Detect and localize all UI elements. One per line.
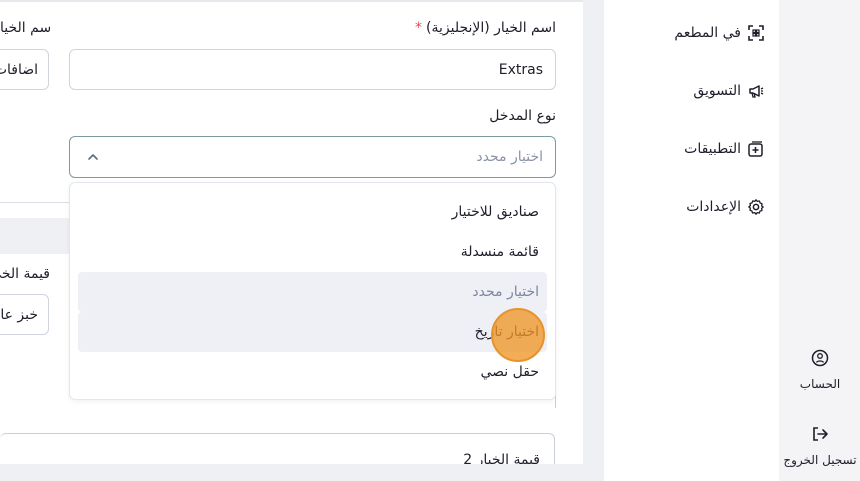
logout-icon (813, 427, 828, 441)
sidebar-item-label: التسويق (693, 83, 741, 99)
account-button[interactable]: الحساب (780, 349, 860, 391)
app-add-icon (747, 140, 765, 158)
sidebar-item-apps[interactable]: التطبيقات (650, 137, 765, 161)
input-type-select[interactable]: اختيار محدد (69, 136, 556, 178)
value-left-value: خبز عا (0, 306, 38, 323)
option-name-en-label: اسم الخيار (الإنجليزية)* (415, 20, 556, 36)
dropdown-option-dropdown-list[interactable]: قائمة منسدلة (78, 232, 547, 272)
logout-label: تسجيل الخروج (783, 453, 857, 467)
option-name-left-input[interactable]: اضافات (0, 49, 49, 90)
input-type-label: نوع المدخل (489, 108, 556, 124)
option-name-en-label-text: اسم الخيار (الإنجليزية) (426, 20, 556, 36)
sidebar-item-settings[interactable]: الإعدادات (650, 195, 765, 219)
sidebar-item-label: في المطعم (674, 25, 741, 41)
left-column-section-band (0, 218, 69, 254)
option-name-en-value: Extras (498, 61, 543, 78)
sidebar-item-marketing[interactable]: التسويق (650, 79, 765, 103)
left-column-divider (0, 202, 69, 203)
option-name-left-label: اسم الخيا (0, 20, 50, 36)
sidebar-item-label: التطبيقات (684, 141, 741, 157)
logout-button[interactable]: تسجيل الخروج (780, 425, 860, 467)
gear-icon (747, 198, 765, 216)
account-label: الحساب (799, 377, 841, 391)
option-name-left-label-text: اسم الخيا (0, 20, 50, 36)
option-name-en-input[interactable]: Extras (69, 49, 556, 90)
sidebar-item-label: الإعدادات (686, 199, 741, 215)
option-name-left-value: اضافات (0, 61, 38, 78)
account-icon (811, 349, 829, 367)
value-left-input[interactable]: خبز عا (0, 294, 49, 335)
input-type-dropdown: صناديق للاختيار قائمة منسدلة اختيار محدد… (69, 182, 556, 400)
chevron-up-icon (88, 154, 98, 160)
dropdown-option-text-field[interactable]: حقل نصي (78, 352, 547, 392)
value-left-label: قيمة الخي (0, 266, 50, 282)
required-marker: * (415, 20, 422, 36)
dropdown-option-checkboxes[interactable]: صناديق للاختيار (78, 192, 547, 232)
scan-qr-icon (747, 24, 765, 42)
dropdown-option-single-choice[interactable]: اختيار محدد (78, 272, 547, 312)
card-top-border (0, 0, 583, 2)
bottom-scroll-area (0, 464, 604, 481)
sidebar-item-restaurant[interactable]: في المطعم (650, 21, 765, 45)
input-type-selected-value: اختيار محدد (476, 149, 543, 165)
dropdown-option-date-picker[interactable]: اختيار تاريخ (78, 312, 547, 352)
megaphone-icon (747, 82, 765, 100)
sidebar-gutter (779, 0, 860, 481)
